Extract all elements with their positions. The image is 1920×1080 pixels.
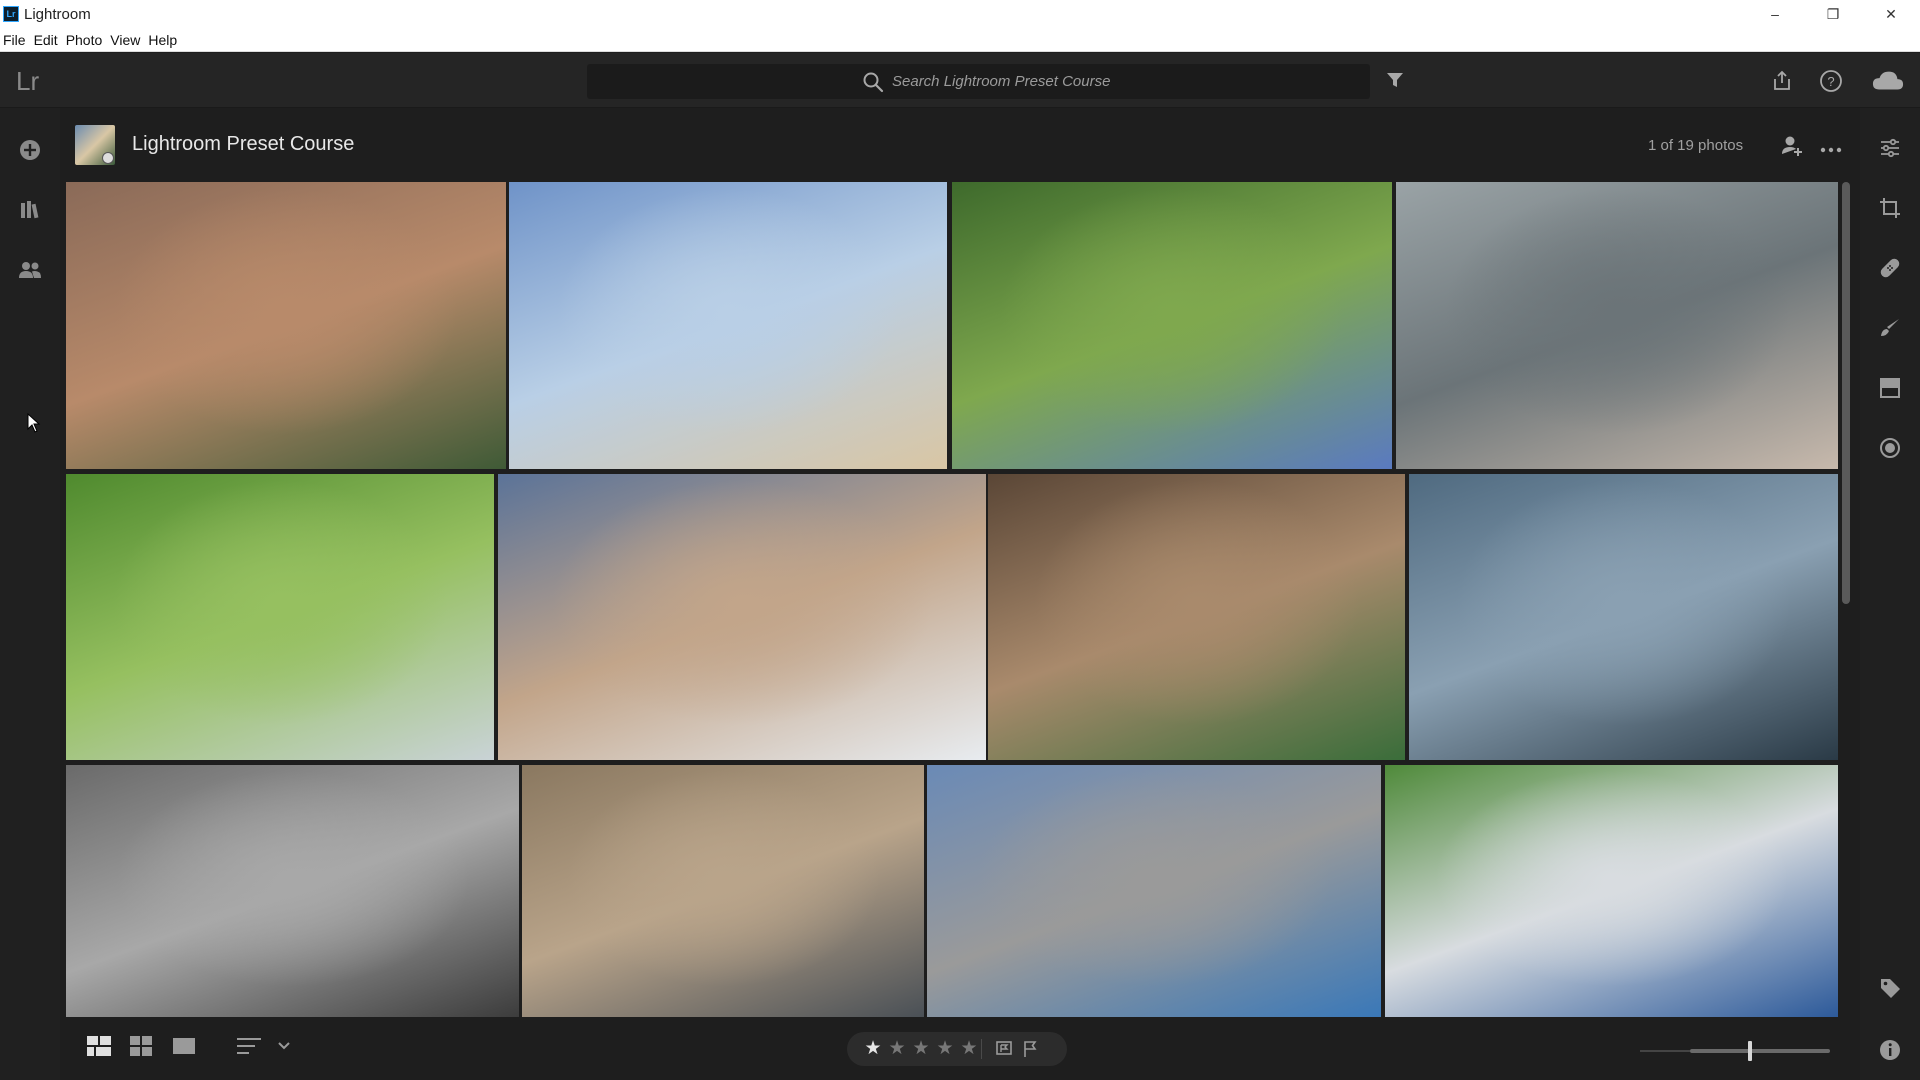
album-header: Lightroom Preset Course 1 of 19 photos [60, 108, 1860, 176]
app-toolbar: Lr ? [0, 53, 1920, 108]
photo-food-table[interactable] [988, 474, 1405, 760]
bottom-toolbar: ★ ★ ★ ★ ★ [60, 1020, 1860, 1080]
add-icon[interactable] [16, 136, 44, 164]
menu-photo[interactable]: Photo [66, 32, 103, 48]
menu-help[interactable]: Help [148, 32, 177, 48]
sort-dropdown-chevron-icon[interactable] [278, 1042, 290, 1050]
radial-gradient-icon[interactable] [1876, 434, 1904, 462]
menu-edit[interactable]: Edit [34, 32, 58, 48]
photo-soccer-players[interactable] [1385, 765, 1838, 1017]
help-icon[interactable]: ? [1815, 65, 1847, 97]
mouse-pointer-icon [27, 412, 41, 438]
lightroom-app-icon: Lr [3, 6, 19, 22]
more-options-icon[interactable] [1820, 140, 1842, 158]
photo-tug-of-war[interactable] [952, 182, 1392, 469]
keyword-tag-icon[interactable] [1876, 974, 1904, 1002]
star-3-icon[interactable]: ★ [909, 1038, 933, 1060]
photo-man-camera[interactable] [1409, 474, 1838, 760]
search-icon [862, 71, 884, 98]
photo-woman-street[interactable] [1396, 182, 1838, 469]
photo-sleeping-kitten[interactable] [927, 765, 1381, 1017]
photo-woman-laptop-grass[interactable] [66, 474, 494, 760]
thumbnail-size-slider[interactable] [1640, 1049, 1830, 1053]
search-input[interactable] [892, 68, 1332, 95]
rating-flag-filter: ★ ★ ★ ★ ★ [847, 1032, 1067, 1066]
reject-flag-icon[interactable] [1021, 1040, 1039, 1063]
sort-icon[interactable] [237, 1036, 263, 1056]
cloud-icon[interactable] [1872, 65, 1904, 97]
star-4-icon[interactable]: ★ [933, 1038, 957, 1060]
left-rail [0, 108, 60, 1080]
info-icon[interactable] [1876, 1036, 1904, 1064]
slider-thumb[interactable] [1748, 1041, 1752, 1061]
right-rail [1860, 108, 1920, 1080]
people-icon[interactable] [16, 256, 44, 284]
close-button[interactable]: ✕ [1862, 0, 1920, 28]
album-cover-thumbnail[interactable] [75, 125, 115, 165]
filter-icon[interactable] [1385, 70, 1405, 95]
star-rating: ★ ★ ★ ★ ★ [861, 1038, 981, 1060]
star-5-icon[interactable]: ★ [957, 1038, 981, 1060]
brush-icon[interactable] [1876, 314, 1904, 342]
photo-mountain-meditation[interactable] [498, 474, 986, 760]
shared-badge-icon [102, 152, 114, 164]
share-people-icon[interactable] [1780, 134, 1804, 163]
menu-file[interactable]: File [3, 32, 26, 48]
star-2-icon[interactable]: ★ [885, 1038, 909, 1060]
divider [981, 1039, 982, 1059]
photo-skateboarder[interactable] [522, 765, 924, 1017]
lr-logo: Lr [16, 66, 40, 96]
pick-flag-icon[interactable] [995, 1040, 1013, 1063]
crop-icon[interactable] [1876, 194, 1904, 222]
grid-scrollbar[interactable] [1842, 182, 1850, 604]
menu-bar: File Edit Photo View Help [0, 28, 1920, 52]
square-grid-view-icon[interactable] [87, 1036, 111, 1056]
linear-gradient-icon[interactable] [1876, 374, 1904, 402]
share-icon[interactable] [1766, 65, 1798, 97]
photo-count: 1 of 19 photos [1648, 137, 1744, 154]
library-icon[interactable] [16, 196, 44, 224]
window-titlebar: Lr Lightroom – ❐ ✕ [0, 0, 1920, 28]
photo-dog-beach[interactable] [509, 182, 947, 469]
photo-couple-bikes[interactable] [66, 765, 519, 1017]
photo-friends-selfie[interactable] [66, 182, 506, 469]
minimize-button[interactable]: – [1746, 0, 1804, 28]
menu-view[interactable]: View [110, 32, 140, 48]
window-title: Lightroom [24, 5, 91, 23]
grid-view-icon[interactable] [130, 1036, 152, 1056]
restore-button[interactable]: ❐ [1804, 0, 1862, 28]
svg-text:?: ? [1827, 74, 1834, 89]
healing-icon[interactable] [1876, 254, 1904, 282]
star-1-icon[interactable]: ★ [861, 1038, 885, 1060]
search-box[interactable] [587, 64, 1370, 99]
album-title: Lightroom Preset Course [132, 133, 355, 155]
edit-sliders-icon[interactable] [1876, 134, 1904, 162]
detail-view-icon[interactable] [173, 1036, 195, 1056]
